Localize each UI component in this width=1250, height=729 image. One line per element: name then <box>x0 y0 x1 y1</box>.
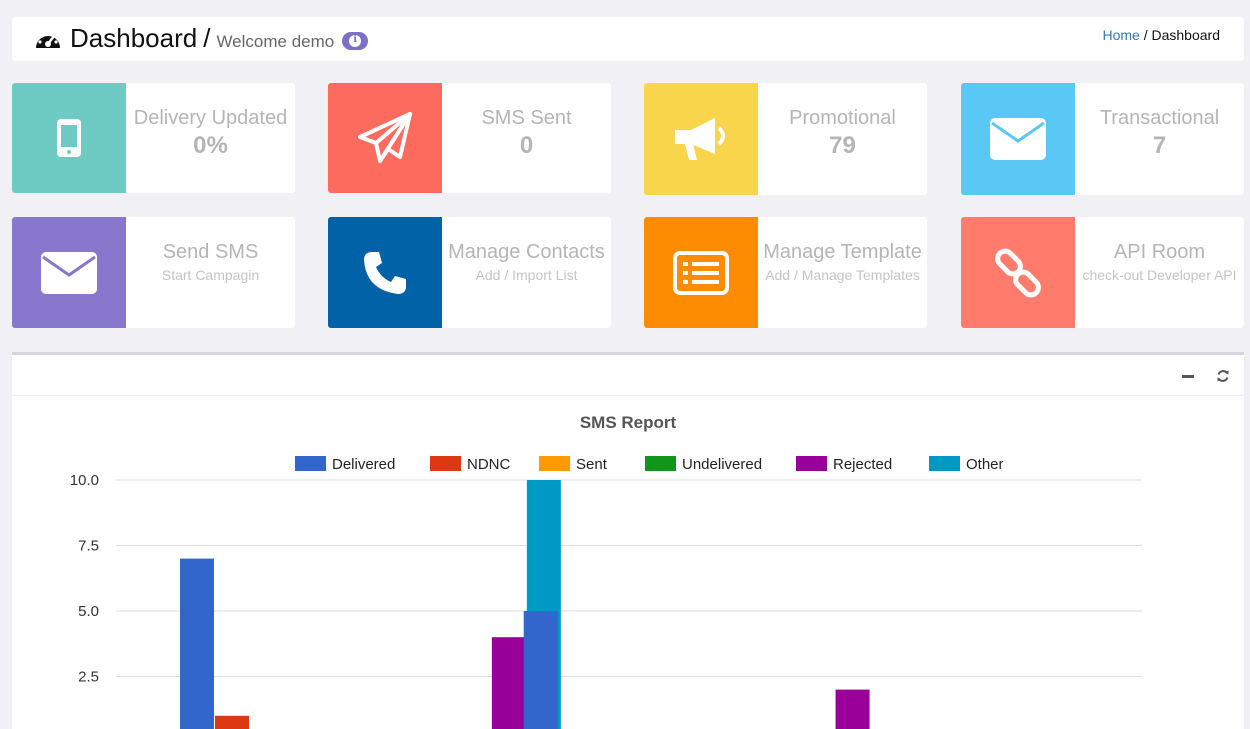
bar-delivered <box>180 558 214 729</box>
card-icon-box <box>12 83 126 193</box>
card-icon-box <box>961 217 1075 328</box>
legend-label-ndnc: NDNC <box>467 456 510 473</box>
card-transactional[interactable]: Transactional 7 <box>961 83 1244 195</box>
card-label: Manage Template <box>763 241 922 263</box>
sms-report-panel: SMS Report Delivered NDNC Sent Undelivered Re… <box>12 352 1244 729</box>
card-sublabel: check-out Developer API <box>1082 267 1237 283</box>
envelope-icon <box>41 251 97 294</box>
legend-label-sent: Sent <box>576 456 608 473</box>
legend-label-delivered: Delivered <box>332 456 395 473</box>
card-value: 7 <box>1152 132 1167 159</box>
bar-delivered <box>523 611 558 729</box>
card-value: 0 <box>519 132 534 159</box>
card-label: API Room <box>1113 241 1206 263</box>
legend-swatch-other <box>929 456 960 471</box>
card-label: Transactional <box>1099 107 1220 129</box>
card-value: 0% <box>193 132 228 159</box>
panel-divider <box>12 395 1244 396</box>
card-label: Promotional <box>789 107 896 129</box>
bar-rejected <box>491 637 526 729</box>
bar-ndnc <box>215 715 249 729</box>
card-send-sms[interactable]: Send SMS Start Campagin <box>12 217 295 328</box>
panel-tools <box>1182 369 1230 383</box>
collapse-minus-icon[interactable] <box>1182 374 1194 378</box>
card-icon-box <box>644 83 758 195</box>
card-manage-contacts[interactable]: Manage Contacts Add / Import List <box>328 217 611 328</box>
card-sublabel: Start Campagin <box>161 267 260 283</box>
megaphone-icon <box>675 118 725 160</box>
mobile-icon <box>57 119 81 157</box>
list-alt-icon <box>673 250 729 295</box>
breadcrumb: Home / Dashboard <box>1102 27 1220 43</box>
card-icon-box <box>12 217 126 328</box>
page-header: Dashboard / Welcome demo Home / Dashboar… <box>12 17 1244 61</box>
card-label: Delivery Updated <box>133 107 288 129</box>
breadcrumb-home-link[interactable]: Home <box>1102 27 1139 43</box>
welcome-text: Welcome demo <box>216 32 335 51</box>
title-separator: / <box>203 23 211 53</box>
card-manage-template[interactable]: Manage Template Add / Manage Templates <box>644 217 927 328</box>
legend-label-undelivered: Undelivered <box>682 456 762 473</box>
paper-plane-icon <box>358 112 412 163</box>
card-label: SMS Sent <box>481 107 572 129</box>
card-label: Manage Contacts <box>448 241 605 263</box>
title-wrap: Dashboard / Welcome demo <box>34 23 369 54</box>
card-icon-box <box>328 83 442 193</box>
legend-swatch-rejected <box>796 456 827 471</box>
chart-title: SMS Report <box>580 413 677 432</box>
card-sublabel: Add / Manage Templates <box>765 267 920 283</box>
legend-label-rejected: Rejected <box>833 456 892 473</box>
y-tick-label: 5.0 <box>78 603 99 620</box>
y-tick-label: 7.5 <box>78 538 99 555</box>
y-tick-label: 2.5 <box>78 669 99 686</box>
link-icon <box>995 248 1041 297</box>
card-promotional[interactable]: Promotional 79 <box>644 83 927 195</box>
bar-rejected <box>835 689 870 729</box>
phone-icon <box>364 251 406 294</box>
legend-swatch-ndnc <box>430 456 461 471</box>
legend-swatch-delivered <box>295 456 326 471</box>
card-icon-box <box>644 217 758 328</box>
refresh-icon[interactable] <box>1216 369 1230 383</box>
legend-swatch-sent <box>539 456 570 471</box>
info-icon[interactable] <box>342 31 369 50</box>
card-api-room[interactable]: API Room check-out Developer API <box>961 217 1244 328</box>
card-sublabel: Add / Import List <box>475 267 578 283</box>
breadcrumb-current: Dashboard <box>1151 27 1221 43</box>
card-delivery-updated[interactable]: Delivery Updated 0% <box>12 83 295 193</box>
legend-label-other: Other <box>966 456 1004 473</box>
envelope-icon <box>990 118 1046 160</box>
dashboard-gauge-icon <box>36 31 60 48</box>
card-sms-sent[interactable]: SMS Sent 0 <box>328 83 611 193</box>
sms-report-chart: SMS Report Delivered NDNC Sent Undelivered Re… <box>70 413 1142 729</box>
page-title: Dashboard <box>70 23 198 53</box>
card-label: Send SMS <box>162 241 259 263</box>
card-value: 79 <box>829 132 856 159</box>
legend-swatch-undelivered <box>645 456 676 471</box>
card-icon-box <box>328 217 442 328</box>
y-tick-label: 10.0 <box>70 472 99 489</box>
card-icon-box <box>961 83 1075 195</box>
breadcrumb-separator: / <box>1139 27 1152 43</box>
